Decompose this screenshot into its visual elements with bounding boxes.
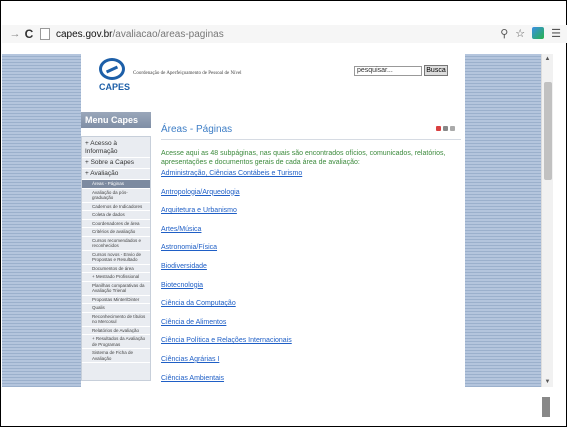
address-bar[interactable]: capes.gov.br/avaliacao/areas-paginas — [56, 29, 224, 40]
url-path: /avaliacao/areas-paginas — [112, 28, 224, 40]
sidebar-item[interactable]: + Avaliação — [82, 169, 150, 180]
star-icon[interactable]: ☆ — [515, 27, 525, 40]
sidebar-item[interactable]: Reconhecimento de títulos no Mercosul — [82, 313, 150, 327]
area-link[interactable]: Ciência da Computação — [161, 299, 461, 318]
sidebar-item[interactable]: Coordenadores de área — [82, 220, 150, 228]
capes-logo[interactable]: CAPES — [91, 58, 131, 92]
logo-text: CAPES — [99, 82, 131, 92]
screenshot-frame: → C capes.gov.br/avaliacao/areas-paginas… — [0, 0, 567, 427]
sidebar-item[interactable]: + Sobre a Capes — [82, 158, 150, 169]
sidebar-item[interactable]: Cadernos de Indicadores — [82, 203, 150, 211]
menu-list: + Acesso à Informação + Sobre a Capes + Av… — [81, 136, 151, 381]
sidebar-item[interactable]: Relatórios de Avaliação — [82, 327, 150, 335]
area-links: Administração, Ciências Contábeis e Turi… — [161, 169, 461, 387]
sidebar-item[interactable]: Critérios de avaliação — [82, 228, 150, 237]
extension-icon[interactable] — [532, 27, 545, 39]
page-tools — [436, 126, 455, 131]
sidebar-item[interactable]: Sistema de Ficha de Avaliação — [82, 349, 150, 363]
scrollbar-thumb[interactable] — [544, 82, 552, 180]
org-name: Coordenação de Aperfeiçoamento de Pessoa… — [133, 71, 242, 76]
cursor-mark — [542, 397, 550, 417]
area-link[interactable]: Ciência Política e Relações Internaciona… — [161, 336, 461, 355]
title-divider — [161, 139, 461, 140]
sidebar-item[interactable]: + Resultados da Avaliação de Programas — [82, 335, 150, 349]
site-header: CAPES Coordenação de Aperfeiçoamento de … — [81, 54, 465, 108]
sidebar-item[interactable]: Documentos de área — [82, 265, 150, 273]
sidebar-menu: Menu Capes + Acesso à Informação + Sobre … — [81, 112, 151, 387]
area-link[interactable]: Ciências Ambientais — [161, 374, 461, 387]
sidebar-item[interactable]: + Mestrado Profissional — [82, 273, 150, 282]
vertical-scrollbar[interactable]: ▲ ▼ — [541, 54, 553, 387]
pdf-icon[interactable] — [436, 126, 441, 131]
browser-toolbar: → C capes.gov.br/avaliacao/areas-paginas… — [2, 25, 567, 43]
print-icon[interactable] — [443, 126, 448, 131]
zoom-icon[interactable]: ⚲ — [500, 27, 508, 40]
area-link[interactable]: Arquitetura e Urbanismo — [161, 206, 461, 225]
scroll-down-icon[interactable]: ▼ — [542, 377, 553, 387]
sidebar-item[interactable]: Avaliação da pós-graduação — [82, 189, 150, 203]
email-icon[interactable] — [450, 126, 455, 131]
menu-title: Menu Capes — [81, 112, 151, 128]
sidebar-item[interactable]: Propostas Minter/Dinter — [82, 296, 150, 304]
page-icon — [40, 28, 50, 40]
intro-text: Acesse aqui as 48 subpáginas, nas quais … — [161, 150, 446, 166]
sidebar-item[interactable]: Áreas - Páginas — [82, 180, 150, 189]
page-viewport: CAPES Coordenação de Aperfeiçoamento de … — [2, 54, 553, 387]
sidebar-item[interactable]: + Acesso à Informação — [82, 139, 150, 158]
sidebar-item[interactable]: Coleta de dados — [82, 211, 150, 220]
area-link[interactable]: Biodiversidade — [161, 262, 461, 281]
area-link[interactable]: Antropologia/Arqueologia — [161, 188, 461, 207]
menu-icon[interactable]: ☰ — [551, 27, 561, 40]
area-link[interactable]: Biotecnologia — [161, 281, 461, 300]
area-link[interactable]: Astronomia/Física — [161, 243, 461, 262]
reload-button[interactable]: C — [22, 27, 36, 41]
page-title: Áreas - Páginas — [161, 124, 233, 135]
sidebar-item[interactable]: Planilhas comparativas da Avaliação Trie… — [82, 282, 150, 296]
sidebar-item[interactable]: Cursos recomendados e reconhecidos — [82, 237, 150, 251]
main-content: Áreas - Páginas Acesse aqui as 48 subpág… — [161, 124, 461, 387]
area-link[interactable]: Administração, Ciências Contábeis e Turi… — [161, 169, 461, 188]
page-container: CAPES Coordenação de Aperfeiçoamento de … — [81, 54, 465, 387]
search-button[interactable]: Busca — [424, 65, 448, 76]
search-input[interactable]: pesquisar... — [354, 66, 422, 76]
area-link[interactable]: Ciência de Alimentos — [161, 318, 461, 337]
url-host: capes.gov.br — [56, 28, 113, 40]
forward-button[interactable]: → — [8, 27, 22, 41]
area-link[interactable]: Ciências Agrárias I — [161, 355, 461, 374]
area-link[interactable]: Artes/Música — [161, 225, 461, 244]
scroll-up-icon[interactable]: ▲ — [542, 54, 553, 64]
logo-emblem-icon — [99, 58, 125, 80]
sidebar-item[interactable]: Qualis — [82, 304, 150, 313]
sidebar-item[interactable]: Cursos novos - Envio de Propostas e Resu… — [82, 251, 150, 265]
